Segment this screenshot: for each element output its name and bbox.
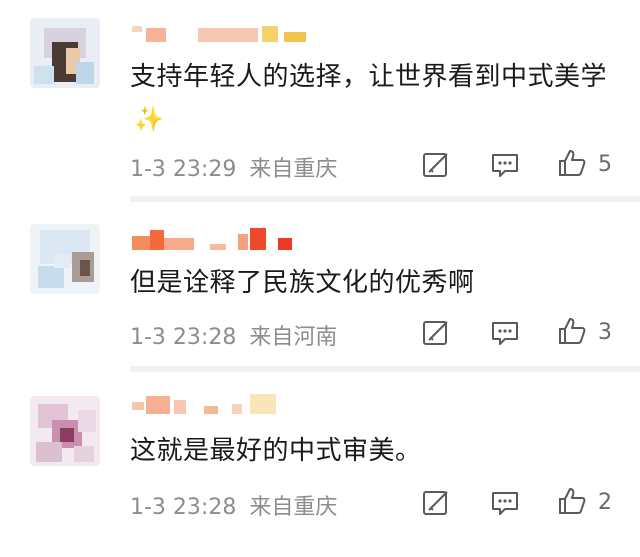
comment-time: 1-3 23:29 [130,157,237,182]
reply-icon[interactable] [490,318,520,348]
repost-icon[interactable] [421,488,451,518]
username-blurred[interactable] [132,22,322,44]
comment-location: 来自河南 [249,325,338,350]
comment-location: 来自重庆 [249,157,338,182]
reply-icon[interactable] [490,488,520,518]
like-icon[interactable] [557,486,587,516]
comment-meta: 1-3 23:28 来自重庆 [130,489,337,521]
comment-meta: 1-3 23:29 来自重庆 [130,151,337,183]
avatar[interactable] [30,396,100,466]
repost-icon[interactable] [421,150,451,180]
like-icon[interactable] [557,148,587,178]
sparkles-emoji: ✨ [134,105,165,133]
avatar[interactable] [30,224,100,294]
like-count: 2 [598,490,612,515]
comment-item: 支持年轻人的选择，让世界看到中式美学✨ 1-3 23:29 来自重庆 5 [0,0,640,196]
comment-meta: 1-3 23:28 来自河南 [130,319,337,351]
like-count: 3 [598,320,612,345]
repost-icon[interactable] [421,318,451,348]
comment-time: 1-3 23:28 [130,495,237,520]
comment-location: 来自重庆 [249,495,338,520]
comment-text: 但是诠释了民族文化的优秀啊 [130,268,475,298]
comment-time: 1-3 23:28 [130,325,237,350]
comment-text: 支持年轻人的选择，让世界看到中式美学✨ [130,62,608,133]
comment-item: 但是诠释了民族文化的优秀啊 1-3 23:28 来自河南 3 [0,200,640,368]
avatar[interactable] [30,18,100,88]
reply-icon[interactable] [490,150,520,180]
like-icon[interactable] [557,316,587,346]
like-count: 5 [598,152,612,177]
username-blurred[interactable] [132,394,292,416]
comment-item: 这就是最好的中式审美。 1-3 23:28 来自重庆 2 [0,372,640,557]
comment-text: 这就是最好的中式审美。 [130,436,422,466]
username-blurred[interactable] [132,228,302,250]
